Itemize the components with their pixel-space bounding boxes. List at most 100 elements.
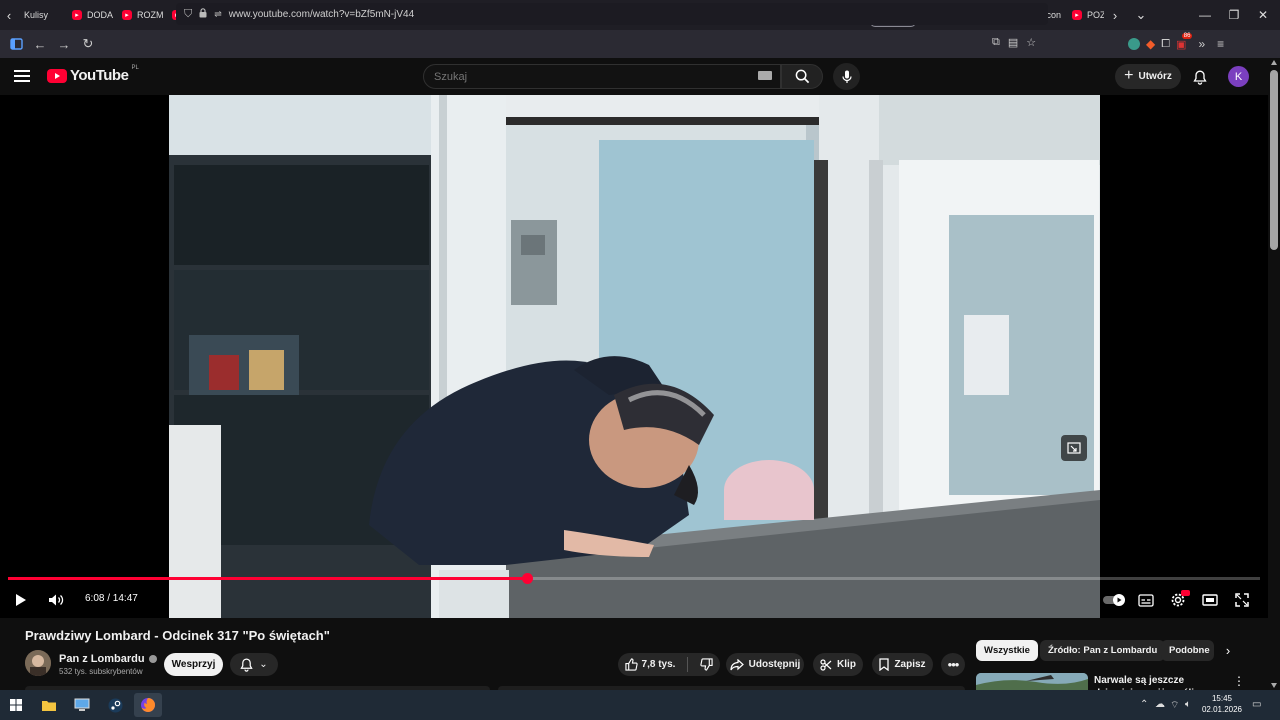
search-input[interactable] bbox=[434, 70, 744, 83]
network-tray-icon[interactable]: ☁ bbox=[1155, 699, 1165, 710]
youtube-icon: ▸ bbox=[72, 10, 82, 20]
video-title: Prawdziwy Lombard - Odcinek 317 "Po świę… bbox=[25, 628, 330, 643]
recommendation-title[interactable]: Narwale są jeszcze dziwniejsze niż myśli… bbox=[1094, 674, 1234, 690]
page-scrollbar[interactable] bbox=[1268, 58, 1280, 690]
voice-search-button[interactable] bbox=[833, 63, 860, 90]
browser-tab[interactable]: ▸ ROZM bbox=[116, 3, 166, 27]
thumbs-up-icon bbox=[624, 658, 638, 671]
guide-menu-icon[interactable] bbox=[14, 66, 34, 86]
search-button[interactable] bbox=[781, 64, 823, 89]
reload-icon[interactable]: ↻ bbox=[76, 32, 100, 56]
picture-in-picture-icon[interactable]: ⧉ bbox=[992, 36, 1000, 49]
more-tools-icon[interactable]: » bbox=[1198, 37, 1205, 51]
computer-taskbar-button[interactable] bbox=[68, 693, 96, 717]
tab-label: Kulisy bbox=[24, 10, 49, 20]
channel-name-link[interactable]: Pan z Lombardu bbox=[59, 653, 157, 665]
recommendation-menu-icon[interactable]: ⋮ bbox=[1233, 674, 1245, 688]
browser-tab[interactable]: ▸ POZ bbox=[1066, 3, 1104, 27]
more-actions-button[interactable]: ••• bbox=[941, 653, 965, 676]
chip-all[interactable]: Wszystkie bbox=[976, 640, 1038, 661]
subscription-notifications-button[interactable]: ⌄ bbox=[230, 653, 278, 676]
theater-mode-button[interactable] bbox=[1197, 587, 1223, 613]
microphone-icon bbox=[841, 70, 852, 83]
seek-bar[interactable] bbox=[8, 573, 1260, 584]
logo-wordmark: YouTube bbox=[70, 67, 129, 84]
share-arrow-icon bbox=[730, 658, 744, 670]
close-window-icon[interactable]: ✕ bbox=[1243, 0, 1280, 30]
steam-taskbar-button[interactable] bbox=[101, 693, 129, 717]
account-avatar[interactable]: K bbox=[1228, 66, 1249, 87]
thumbs-down-icon bbox=[700, 658, 714, 671]
chevron-right-icon: › bbox=[1225, 643, 1231, 658]
save-button[interactable]: Zapisz bbox=[872, 653, 933, 676]
video-player[interactable]: 6:08 / 14:47 bbox=[0, 95, 1268, 618]
bookmark-icon bbox=[879, 658, 890, 671]
youtube-logo[interactable]: YouTube PL bbox=[47, 65, 139, 84]
fullscreen-button[interactable] bbox=[1229, 587, 1255, 613]
tabs-scroll-left-icon[interactable]: ‹ bbox=[0, 0, 18, 30]
play-button[interactable] bbox=[8, 587, 34, 613]
tab-label: ROZM bbox=[137, 10, 164, 20]
share-button[interactable]: Udostępnij bbox=[726, 653, 804, 676]
product-overlay-button[interactable] bbox=[1061, 435, 1087, 461]
windows-taskbar bbox=[0, 690, 1280, 720]
browser-tab[interactable]: ▸ DODA bbox=[66, 3, 116, 27]
extension-fox-icon[interactable]: ◆ bbox=[1146, 37, 1155, 51]
clock-time: 15:45 bbox=[1211, 694, 1233, 703]
dislike-button[interactable] bbox=[700, 658, 714, 671]
ellipsis-icon: ••• bbox=[947, 657, 960, 672]
time-display: 6:08 / 14:47 bbox=[85, 593, 138, 604]
browser-toolbar: ← → ↻ bbox=[0, 30, 1280, 58]
taskbar-clock[interactable]: 15:45 02.01.2026 bbox=[1200, 693, 1244, 715]
support-button[interactable]: Wesprzyj bbox=[164, 653, 223, 676]
extensions-puzzle-icon[interactable]: ⧠ bbox=[1161, 38, 1170, 51]
like-divider bbox=[687, 657, 689, 672]
firefox-taskbar-button[interactable] bbox=[134, 693, 162, 717]
file-explorer-taskbar-button[interactable] bbox=[35, 693, 63, 717]
permissions-icon[interactable]: ⇌ bbox=[214, 9, 222, 20]
url-text[interactable]: www.youtube.com/watch?v=bZf5mN-jV44 bbox=[229, 9, 414, 20]
start-button[interactable] bbox=[2, 693, 30, 717]
app-menu-icon[interactable]: ≡ bbox=[1217, 37, 1224, 51]
sidebar-toggle-icon[interactable] bbox=[4, 32, 28, 56]
tab-list-dropdown-icon[interactable]: ⌄ bbox=[1132, 0, 1150, 30]
browser-tab[interactable]: Kulisy bbox=[18, 3, 66, 27]
notifications-button[interactable] bbox=[1190, 67, 1210, 87]
youtube-header: YouTube PL + Utwórz K bbox=[0, 58, 1268, 95]
wifi-tray-icon[interactable]: ⌔ bbox=[1170, 699, 1179, 712]
bell-icon bbox=[1193, 70, 1207, 85]
tabs-scroll-right-icon[interactable]: › bbox=[1106, 0, 1124, 30]
subtitles-button[interactable] bbox=[1133, 587, 1159, 613]
scroll-up-arrow-icon[interactable] bbox=[1271, 60, 1277, 65]
address-bar[interactable]: ⛉ ⇌ www.youtube.com/watch?v=bZf5mN-jV44 bbox=[176, 3, 1048, 25]
scroll-down-arrow-icon[interactable] bbox=[1271, 683, 1277, 688]
video-frame[interactable] bbox=[169, 95, 1100, 618]
chip-from-channel[interactable]: Źródło: Pan z Lombardu bbox=[1040, 640, 1166, 661]
chips-next-button[interactable]: › bbox=[1218, 640, 1238, 661]
clip-button[interactable]: Klip bbox=[813, 653, 863, 676]
tray-overflow-icon[interactable]: ⌃ bbox=[1140, 699, 1148, 710]
reader-view-icon[interactable]: ▤ bbox=[1008, 36, 1018, 49]
tracking-shield-icon[interactable]: ⛉ bbox=[184, 8, 192, 21]
speaker-tray-icon[interactable]: 🔈︎ bbox=[1185, 699, 1191, 710]
chip-related[interactable]: Podobne bbox=[1161, 640, 1214, 661]
search-box[interactable] bbox=[423, 64, 781, 89]
bookmark-star-icon[interactable]: ☆ bbox=[1026, 36, 1036, 49]
extension-toolbar: ◆ ⧠ ▣ 86 » ≡ bbox=[1128, 30, 1224, 58]
extension-shield-icon[interactable] bbox=[1128, 38, 1140, 50]
lock-icon[interactable] bbox=[199, 7, 207, 21]
settings-button[interactable] bbox=[1165, 587, 1191, 613]
forward-icon[interactable]: → bbox=[52, 32, 76, 56]
back-icon[interactable]: ← bbox=[28, 32, 52, 56]
mute-button[interactable] bbox=[43, 587, 69, 613]
channel-avatar[interactable] bbox=[25, 650, 51, 676]
subscriber-count: 532 tys. subskrybentów bbox=[59, 667, 143, 676]
keyboard-icon[interactable] bbox=[758, 71, 772, 80]
like-button[interactable]: 7,8 tys. bbox=[624, 658, 675, 671]
scrollbar-thumb[interactable] bbox=[1270, 70, 1278, 250]
notification-center-icon[interactable]: ▭ bbox=[1252, 699, 1261, 710]
extension-counter-icon[interactable]: ▣ 86 bbox=[1176, 32, 1193, 51]
recommendation-thumbnail[interactable] bbox=[976, 673, 1088, 690]
create-button[interactable]: + Utwórz bbox=[1115, 64, 1181, 89]
autoplay-toggle[interactable] bbox=[1100, 587, 1130, 613]
